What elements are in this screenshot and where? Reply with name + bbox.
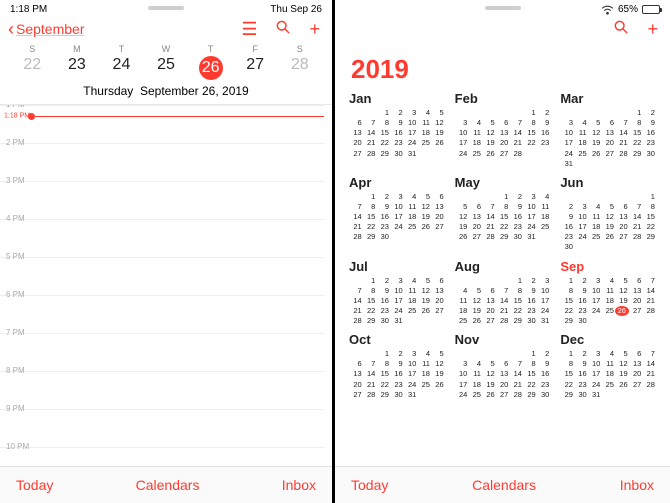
month-jan[interactable]: Jan 0012345678910111213141516171819202122… [349,91,445,169]
month-label: Apr [349,175,445,190]
toolbar-icons: ☰ + [241,19,320,38]
month-sep[interactable]: Sep 1234567891011121314151617181920212223… [560,259,656,327]
month-days-grid: 0000012345678910111213141516171819202122… [560,108,656,169]
month-label: Jul [349,259,445,274]
status-date: Thu Sep 26 [270,4,322,15]
week-row: 22232425262728 [0,54,332,82]
toolbar-icons: + [613,19,658,38]
month-days-grid: 0000123456789101112131415161718192021222… [455,276,551,327]
calendars-button[interactable]: Calendars [136,477,200,493]
hour-row: 8 PM [0,371,324,409]
month-nov[interactable]: Nov 0000012345678910111213141516171819202… [455,332,551,400]
bottom-toolbar-left: Today Calendars Inbox [0,466,332,503]
search-icon[interactable] [275,19,291,38]
day-cell[interactable]: 23 [55,56,100,80]
date-caption: Thursday September 26, 2019 [0,82,332,105]
month-apr[interactable]: Apr 0123456789101112131415161718192021222… [349,175,445,253]
list-icon[interactable]: ☰ [241,20,257,38]
wifi-icon [601,5,614,15]
chevron-left-icon: ‹ [8,20,14,38]
day-view-pane: 1:18 PM Thu Sep 26 ‹ September ☰ + SMT W… [0,0,335,503]
battery-icon [642,5,660,14]
hour-row: 5 PM [0,257,324,295]
month-label: Mar [560,91,656,106]
day-cell[interactable]: 26 [188,56,233,80]
month-aug[interactable]: Aug 0000123456789101112131415161718192021… [455,259,551,327]
month-days-grid: 0000012345678910111213141516171819202122… [455,349,551,400]
grab-handle-icon[interactable] [148,6,184,10]
hour-row: 7 PM [0,333,324,371]
back-label: September [16,21,84,37]
year-view-pane: 65% + 2019 Jan 00123456789101112131415161… [335,0,670,503]
month-days-grid: 1234567891011121314151617181920212223242… [560,276,656,327]
status-time: 1:18 PM [10,4,47,15]
now-indicator [32,116,324,117]
today-button[interactable]: Today [16,477,53,493]
search-icon[interactable] [613,19,629,38]
add-icon[interactable]: + [309,20,320,38]
inbox-button[interactable]: Inbox [282,477,316,493]
day-cell[interactable]: 25 [144,56,189,80]
month-days-grid: 0012345678910111213141516171819202122232… [349,349,445,400]
grab-handle-icon[interactable] [485,6,521,10]
month-label: Oct [349,332,445,347]
month-days-grid: 0001234567891011121314151617181920212223… [455,192,551,243]
inbox-button[interactable]: Inbox [620,477,654,493]
back-button[interactable]: ‹ September [8,20,84,38]
month-feb[interactable]: Feb 0000012345678910111213141516171819202… [455,91,551,169]
month-label: Dec [560,332,656,347]
month-label: May [455,175,551,190]
month-may[interactable]: May 0001234567891011121314151617181920212… [455,175,551,253]
bottom-toolbar-right: Today Calendars Inbox [335,466,670,503]
day-cell[interactable]: 22 [10,56,55,80]
day-cell[interactable]: 24 [99,56,144,80]
month-days-grid: 0123456789101112131415161718192021222324… [349,192,445,243]
hour-row: 2 PM [0,143,324,181]
year-title: 2019 [335,44,670,91]
weekday-header: SMT WTF S [0,44,332,54]
day-cell[interactable]: 27 [233,56,278,80]
month-jun[interactable]: Jun 0000001234567891011121314151617181920… [560,175,656,253]
month-days-grid: 0000012345678910111213141516171819202122… [455,108,551,159]
month-days-grid: 0000001234567891011121314151617181920212… [560,192,656,253]
hour-row: 4 PM [0,219,324,257]
month-label: Jan [349,91,445,106]
month-days-grid: 0012345678910111213141516171819202122232… [349,108,445,159]
day-timeline[interactable]: 1 PM2 PM3 PM4 PM5 PM6 PM7 PM8 PM9 PM10 P… [0,105,332,466]
calendars-button[interactable]: Calendars [472,477,536,493]
hour-row: 1 PM [0,105,324,143]
month-jul[interactable]: Jul 0123456789101112131415161718192021222… [349,259,445,327]
battery-pct: 65% [618,4,638,15]
month-mar[interactable]: Mar 0000012345678910111213141516171819202… [560,91,656,169]
add-icon[interactable]: + [647,20,658,38]
month-label: Nov [455,332,551,347]
nav-bar-left: ‹ September ☰ + [0,15,332,44]
month-label: Aug [455,259,551,274]
hour-row: 10 PM [0,447,324,466]
month-label: Sep [560,259,656,274]
today-button[interactable]: Today [351,477,388,493]
month-oct[interactable]: Oct 0012345678910111213141516171819202122… [349,332,445,400]
month-label: Jun [560,175,656,190]
month-label: Feb [455,91,551,106]
hour-row: 3 PM [0,181,324,219]
hour-row: 9 PM [0,409,324,447]
day-cell[interactable]: 28 [277,56,322,80]
hour-row: 6 PM [0,295,324,333]
now-label: 1:18 PM [4,113,30,120]
year-grid[interactable]: Jan 0012345678910111213141516171819202122… [335,91,670,466]
month-days-grid: 1234567891011121314151617181920212223242… [560,349,656,400]
month-days-grid: 0123456789101112131415161718192021222324… [349,276,445,327]
nav-bar-right: + [335,15,670,44]
month-dec[interactable]: Dec 1234567891011121314151617181920212223… [560,332,656,400]
